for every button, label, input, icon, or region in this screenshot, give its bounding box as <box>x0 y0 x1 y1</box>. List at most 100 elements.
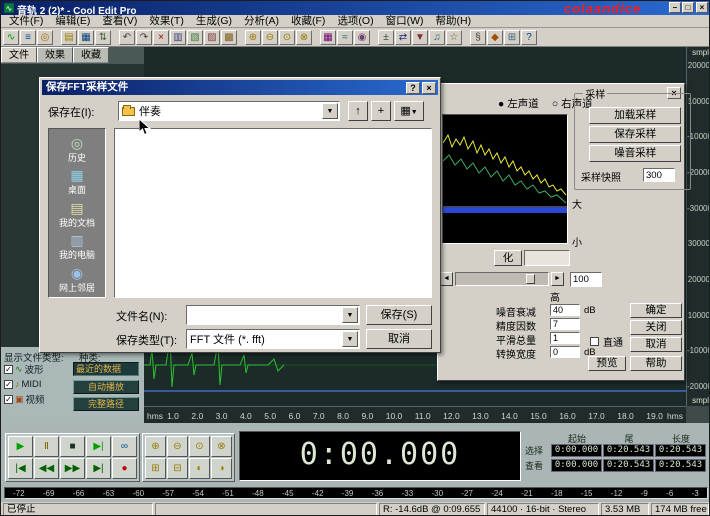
noise-field-input[interactable] <box>550 318 580 330</box>
pause-button[interactable]: Ⅱ <box>34 436 59 457</box>
full-path-button[interactable]: 完整路径 <box>73 397 139 411</box>
place-history[interactable]: ◎ 历史 <box>49 135 105 167</box>
zoom-in-icon[interactable]: ⊕ <box>245 30 261 45</box>
menu-item[interactable]: 分析(A) <box>238 15 285 27</box>
phase-analysis-icon[interactable]: ◉ <box>354 30 370 45</box>
bypass-checkbox-row[interactable]: 直通 <box>590 334 623 349</box>
filetype-combo-arrow-icon[interactable]: ▼ <box>342 331 358 347</box>
menu-item[interactable]: 选项(O) <box>331 15 379 27</box>
up-one-level-button[interactable]: ↑ <box>348 101 368 121</box>
script-icon[interactable]: § <box>470 30 486 45</box>
record-button[interactable]: ● <box>112 458 137 479</box>
save-file-icon[interactable]: ▦ <box>78 30 94 45</box>
level-meter[interactable]: -72-69-66-63-60-57-54-51-48-45-42-39-36-… <box>4 487 708 499</box>
go-to-end-button[interactable]: ▶| <box>86 458 111 479</box>
zoom-selection-icon[interactable]: ⊙ <box>279 30 295 45</box>
organizer-tab[interactable]: 效果 <box>37 47 73 63</box>
zoom-in-button[interactable]: ⊕ <box>145 436 166 457</box>
zoom-out-icon[interactable]: ⊖ <box>262 30 278 45</box>
slider-thumb[interactable] <box>526 274 535 284</box>
menu-item[interactable]: 效果(T) <box>143 15 189 27</box>
help-icon[interactable]: ? <box>521 30 537 45</box>
zoom-in-vertical-button[interactable]: ⊞ <box>145 458 166 479</box>
noise-field-input[interactable] <box>550 304 580 316</box>
play-button[interactable]: ▶ <box>8 436 33 457</box>
file-list-area[interactable] <box>114 128 432 298</box>
noise-level-slider[interactable] <box>455 272 549 286</box>
slider-left-arrow[interactable]: ◄ <box>440 272 453 286</box>
dialog-help-icon[interactable]: ? <box>406 82 420 94</box>
menu-item[interactable]: 收藏(F) <box>285 15 331 27</box>
maximize-button[interactable]: □ <box>682 2 694 13</box>
save-dialog-titlebar[interactable]: 保存FFT采样文件 <box>42 80 438 95</box>
zoom-out-vertical-button[interactable]: ⊟ <box>167 458 188 479</box>
bypass-checkbox[interactable] <box>590 337 599 346</box>
undo-icon[interactable]: ↶ <box>119 30 135 45</box>
cut-icon[interactable]: × <box>153 30 169 45</box>
view-menu-button[interactable]: ▦▼ <box>394 101 424 121</box>
file-type-checkbox[interactable]: ✓ <box>4 365 13 374</box>
menu-item[interactable]: 帮助(H) <box>430 15 478 27</box>
selection-length-value[interactable]: 0:20.543 <box>655 444 706 457</box>
close-noise-button[interactable]: 关闭 <box>630 320 682 335</box>
filename-combo[interactable]: ▼ <box>186 305 360 325</box>
help-noise-button[interactable]: 帮助 <box>630 356 682 371</box>
spectral-view-icon[interactable]: ▦ <box>320 30 336 45</box>
preview-button[interactable]: 预览 <box>588 356 626 371</box>
place-my-computer[interactable]: ▥ 我的电脑 <box>49 232 105 264</box>
trim-icon[interactable]: ▩ <box>221 30 237 45</box>
stop-button[interactable]: ■ <box>60 436 85 457</box>
go-to-start-button[interactable]: |◀ <box>8 458 33 479</box>
import-icon[interactable]: ⇅ <box>95 30 111 45</box>
menu-item[interactable]: 文件(F) <box>3 15 49 27</box>
left-channel-radio[interactable]: ● 左声道 <box>498 96 539 111</box>
noise-sample-button[interactable]: 噪音采样 <box>589 145 681 162</box>
time-ruler[interactable]: hms 1.02.03.04.05.06.07.08.09.010.011.01… <box>144 406 686 423</box>
combo-arrow-icon[interactable]: ▼ <box>322 103 338 119</box>
ok-button[interactable]: 确定 <box>630 303 682 318</box>
mix-paste-icon[interactable]: ▨ <box>204 30 220 45</box>
filter-effect-icon[interactable]: ▼ <box>412 30 428 45</box>
cancel-noise-button[interactable]: 取消 <box>630 337 682 352</box>
save-in-combo[interactable]: 伴奏 ▼ <box>118 101 340 121</box>
place-my-documents[interactable]: ▤ 我的文档 <box>49 200 105 232</box>
new-folder-button[interactable]: + <box>371 101 391 121</box>
file-type-checkbox[interactable]: ✓ <box>4 380 13 389</box>
selection-start-value[interactable]: 0:00.000 <box>551 444 602 457</box>
zoom-selection-button[interactable]: ⊗ <box>211 436 232 457</box>
place-network[interactable]: ◉ 网上邻居 <box>49 265 105 297</box>
graph-tab-button[interactable]: 化 <box>494 250 522 266</box>
noise-field-input[interactable] <box>550 332 580 344</box>
selection-end-value[interactable]: 0:20.543 <box>603 444 654 457</box>
sort-dropdown[interactable]: 最近的数据 <box>73 362 139 376</box>
filetype-combo[interactable]: FFT 文件 (*. fft) ▼ <box>186 329 360 349</box>
time-display[interactable]: 0:00.000 <box>239 431 521 481</box>
rewind-button[interactable]: ◀◀ <box>34 458 59 479</box>
close-button[interactable]: × <box>696 2 708 13</box>
save-button[interactable]: 保存(S) <box>366 305 432 325</box>
selection-length-value[interactable]: 0:20.543 <box>655 459 706 472</box>
delay-effect-icon[interactable]: ⇄ <box>395 30 411 45</box>
amplify-effect-icon[interactable]: ± <box>378 30 394 45</box>
settings-icon[interactable]: ⊞ <box>504 30 520 45</box>
zoom-out-button[interactable]: ⊖ <box>167 436 188 457</box>
selection-end-value[interactable]: 0:20.543 <box>603 459 654 472</box>
reverb-effect-icon[interactable]: ☆ <box>446 30 462 45</box>
selection-start-value[interactable]: 0:00.000 <box>551 459 602 472</box>
cancel-button[interactable]: 取消 <box>366 329 432 349</box>
zoom-left-edge-button[interactable]: ◐ <box>189 458 210 479</box>
fast-forward-button[interactable]: ▶▶ <box>60 458 85 479</box>
cd-project-icon[interactable]: ◎ <box>37 30 53 45</box>
load-sample-button[interactable]: 加载采样 <box>589 107 681 124</box>
auto-play-button[interactable]: 自动播放 <box>73 380 139 394</box>
play-to-end-button[interactable]: ▶| <box>86 436 111 457</box>
open-file-icon[interactable]: ▤ <box>61 30 77 45</box>
menu-item[interactable]: 编辑(E) <box>49 15 96 27</box>
menu-item[interactable]: 查看(V) <box>96 15 143 27</box>
snapshot-input[interactable] <box>643 168 675 182</box>
save-sample-button[interactable]: 保存采样 <box>589 126 681 143</box>
dialog-close-icon[interactable]: × <box>422 82 436 94</box>
zoom-full-button[interactable]: ⊙ <box>189 436 210 457</box>
place-desktop[interactable]: ▦ 桌面 <box>49 167 105 199</box>
paste-icon[interactable]: ▧ <box>187 30 203 45</box>
